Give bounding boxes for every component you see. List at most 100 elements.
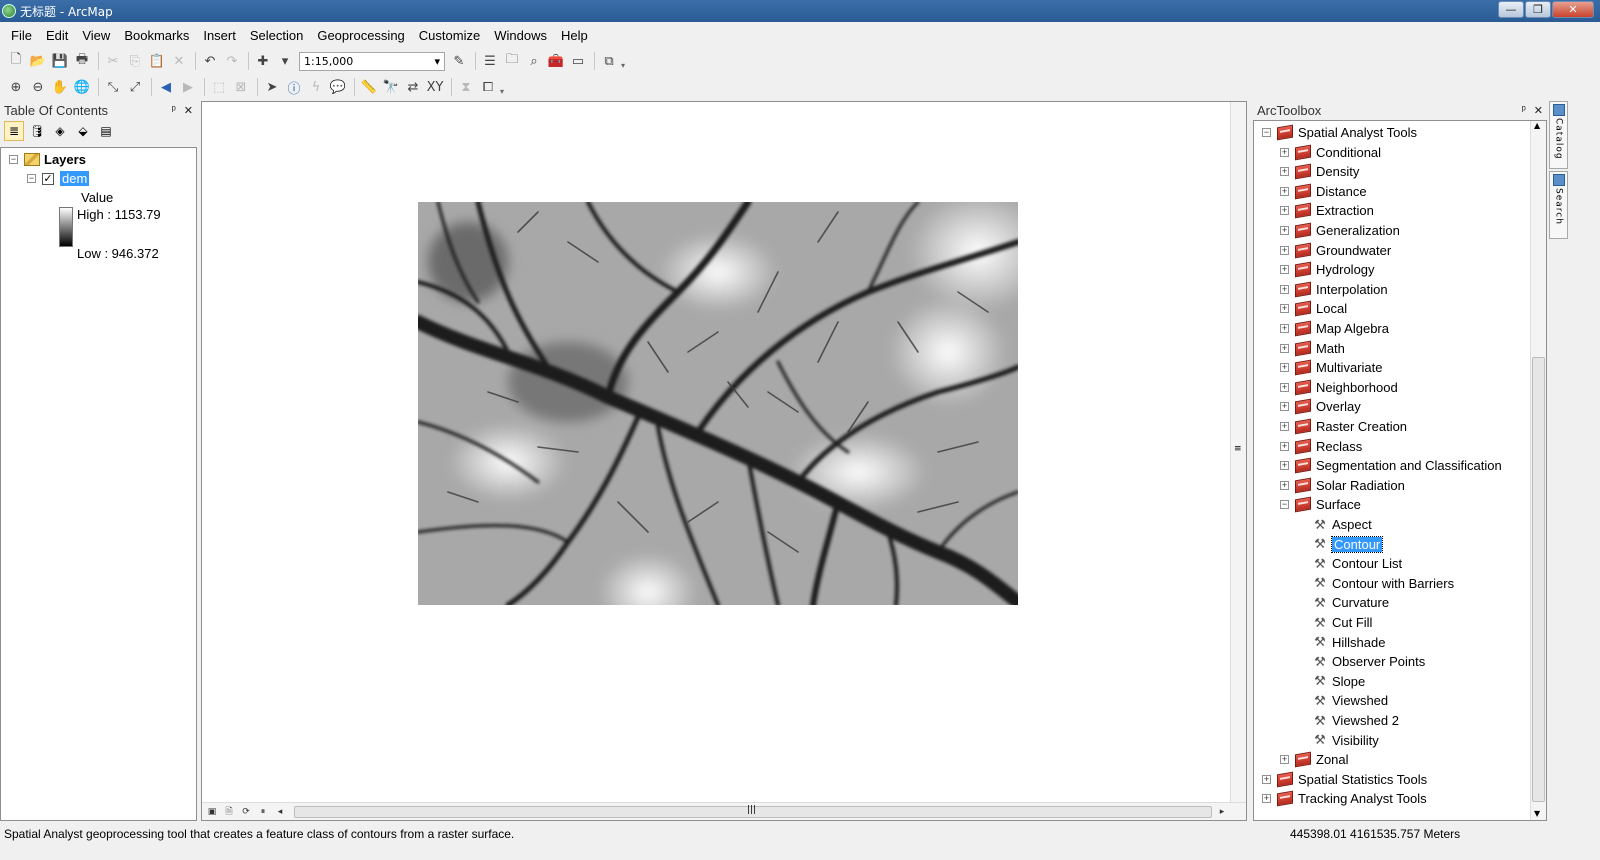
maximize-button[interactable]: ❐ — [1525, 1, 1551, 18]
forward-arrow-icon[interactable]: ▶ — [178, 77, 198, 97]
scroll-thumb[interactable]: ||| — [294, 805, 1212, 818]
scroll-up-icon[interactable]: ▲ — [1534, 121, 1540, 130]
data-view-icon[interactable]: ▣ — [205, 805, 219, 819]
toc-layer-row[interactable]: − ✓ dem — [27, 171, 90, 186]
toolset-item[interactable]: + Hydrology — [1280, 260, 1375, 279]
time-slider-icon[interactable]: ⧗ — [456, 77, 476, 97]
expand-icon[interactable]: + — [1280, 382, 1289, 392]
expand-icon[interactable]: + — [1280, 324, 1289, 333]
search-tab[interactable]: Search — [1549, 171, 1568, 239]
expand-icon[interactable]: + — [1280, 441, 1289, 451]
toolbox-item[interactable]: + Spatial Statistics Tools — [1262, 770, 1427, 789]
toc-root-row[interactable]: − Layers — [9, 152, 86, 167]
cut-icon[interactable]: ✂ — [103, 51, 123, 71]
save-icon[interactable]: 💾 — [50, 51, 70, 71]
expand-icon[interactable]: + — [1280, 245, 1289, 255]
toolset-item[interactable]: + Density — [1280, 162, 1359, 181]
toolset-item[interactable]: + Local — [1280, 299, 1347, 318]
editor-toolbar-icon[interactable]: ✎ — [449, 51, 469, 71]
expand-icon[interactable]: + — [1280, 284, 1289, 294]
clear-selection-icon[interactable]: ⊠ — [231, 77, 251, 97]
expand-icon[interactable]: + — [1280, 461, 1289, 471]
arctoolbox-vertical-scrollbar[interactable]: ▲ ▼ — [1530, 121, 1546, 820]
toolset-item[interactable]: + Conditional — [1280, 143, 1381, 162]
tool-item[interactable]: ⚒ Viewshed — [1312, 691, 1388, 710]
toolset-item[interactable]: + Math — [1280, 339, 1345, 358]
map-horizontal-scrollbar[interactable]: ||| — [294, 805, 1212, 819]
toolset-item[interactable]: + Extraction — [1280, 201, 1374, 220]
close-button[interactable]: ✕ — [1552, 1, 1594, 18]
zoom-in-icon[interactable]: ⊕ — [6, 77, 26, 97]
expand-icon[interactable]: + — [1280, 167, 1289, 177]
toolbox-item[interactable]: + Tracking Analyst Tools — [1262, 789, 1427, 808]
menu-bookmarks[interactable]: Bookmarks — [117, 25, 196, 46]
python-window-icon[interactable]: ▭ — [568, 51, 588, 71]
menu-windows[interactable]: Windows — [487, 25, 554, 46]
scroll-thumb[interactable] — [1532, 357, 1545, 802]
catalog-window-icon[interactable]: 🗀 — [502, 51, 522, 71]
redo-icon[interactable]: ↷ — [222, 51, 242, 71]
tool-item[interactable]: ⚒ Cut Fill — [1312, 613, 1372, 632]
list-by-drawing-order-icon[interactable]: ≣ — [4, 121, 24, 141]
tool-item[interactable]: ⚒ Visibility — [1312, 731, 1379, 750]
tool-item[interactable]: ⚒ Hillshade — [1312, 633, 1385, 652]
toolset-item[interactable]: + Zonal — [1280, 750, 1349, 769]
create-viewer-window-icon[interactable]: ⧠ — [478, 77, 498, 97]
map-vertical-scrollbar[interactable]: ≡ — [1230, 102, 1246, 804]
menu-customize[interactable]: Customize — [412, 25, 487, 46]
tool-item[interactable]: ⚒ Observer Points — [1312, 652, 1425, 671]
find-icon[interactable]: 🔭 — [381, 77, 401, 97]
collapse-icon[interactable]: − — [1280, 500, 1289, 510]
toolbar-options-icon[interactable]: ▾ — [500, 78, 506, 96]
zoom-out-icon[interactable]: ⊖ — [28, 77, 48, 97]
toolset-item[interactable]: + Generalization — [1280, 221, 1400, 240]
model-builder-icon[interactable]: ⧉ — [599, 51, 619, 71]
expand-icon[interactable]: + — [1280, 206, 1289, 216]
new-document-icon[interactable]: 🗋 — [6, 51, 26, 71]
expand-icon[interactable]: + — [1280, 147, 1289, 157]
copy-icon[interactable]: ⎘ — [125, 51, 145, 71]
open-folder-icon[interactable]: 📂 — [28, 51, 48, 71]
expand-icon[interactable]: + — [1280, 402, 1289, 412]
measure-icon[interactable]: 📏 — [359, 77, 379, 97]
tool-item[interactable]: ⚒ Aspect — [1312, 515, 1372, 534]
tool-item[interactable]: ⚒ Slope — [1312, 672, 1365, 691]
chevron-down-icon[interactable]: ▾ — [434, 55, 440, 68]
select-elements-icon[interactable]: ➤ — [262, 77, 282, 97]
back-arrow-icon[interactable]: ◀ — [156, 77, 176, 97]
refresh-icon[interactable]: ⟳ — [239, 805, 253, 819]
list-by-selection-icon[interactable]: ⬙ — [73, 121, 93, 141]
fixed-zoom-out-icon[interactable]: ⤢ — [125, 77, 145, 97]
toolset-item[interactable]: + Raster Creation — [1280, 417, 1407, 436]
expand-icon[interactable]: + — [1280, 304, 1289, 314]
toolset-item[interactable]: + Map Algebra — [1280, 319, 1389, 338]
toolset-item[interactable]: + Groundwater — [1280, 241, 1391, 260]
find-route-icon[interactable]: ⇄ — [403, 77, 423, 97]
toolbar-options-icon[interactable]: ▾ — [621, 52, 627, 70]
html-popup-icon[interactable]: 💬 — [328, 77, 348, 97]
toc-options-icon[interactable]: ▤ — [96, 121, 116, 141]
layer-name[interactable]: dem — [60, 171, 90, 186]
menu-geoprocessing[interactable]: Geoprocessing — [310, 25, 411, 46]
map-display[interactable]: ≡ ▣ 🗎 ⟳ ⏸ ◂ ||| ▸ — [201, 101, 1247, 821]
toolset-item[interactable]: + Distance — [1280, 182, 1367, 201]
expand-icon[interactable]: + — [1280, 265, 1289, 275]
toolset-item[interactable]: + Solar Radiation — [1280, 476, 1405, 495]
menu-file[interactable]: File — [4, 25, 39, 46]
toolset-item[interactable]: + Overlay — [1280, 397, 1361, 416]
undo-icon[interactable]: ↶ — [200, 51, 220, 71]
expand-icon[interactable]: + — [1262, 794, 1271, 804]
expand-icon[interactable]: + — [1280, 755, 1289, 765]
collapse-icon[interactable]: − — [9, 155, 18, 164]
expand-icon[interactable]: + — [1262, 774, 1271, 784]
map-scale-combobox[interactable]: 1:15,000 ▾ — [299, 51, 445, 71]
scroll-right-icon[interactable]: ▸ — [1215, 805, 1229, 819]
menu-selection[interactable]: Selection — [243, 25, 310, 46]
tool-item[interactable]: ⚒ Curvature — [1312, 593, 1389, 612]
list-by-visibility-icon[interactable]: ◈ — [50, 121, 70, 141]
print-icon[interactable]: 🖶 — [72, 51, 92, 71]
add-data-icon[interactable]: ✚ — [253, 51, 273, 71]
toolset-item[interactable]: + Neighborhood — [1280, 378, 1398, 397]
menu-edit[interactable]: Edit — [39, 25, 75, 46]
layout-view-icon[interactable]: 🗎 — [222, 805, 236, 819]
